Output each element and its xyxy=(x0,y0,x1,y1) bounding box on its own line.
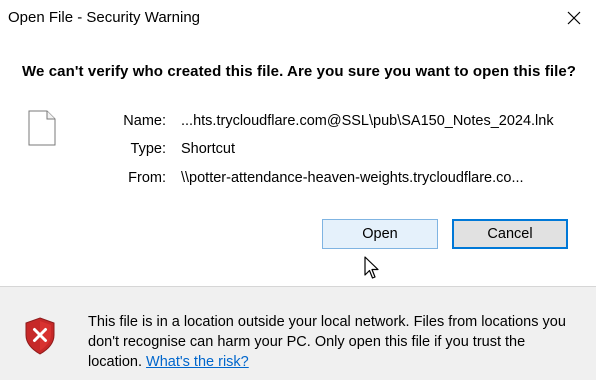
warning-headline: We can't verify who created this file. A… xyxy=(22,63,577,80)
shield-warning-icon xyxy=(25,317,55,355)
close-button[interactable] xyxy=(562,6,586,30)
close-icon xyxy=(567,11,581,25)
warning-footer: This file is in a location outside your … xyxy=(0,287,596,380)
cancel-button[interactable]: Cancel xyxy=(452,219,568,249)
type-value: Shortcut xyxy=(181,141,235,157)
open-button[interactable]: Open xyxy=(322,219,438,249)
file-icon xyxy=(28,110,56,146)
from-value: \\potter-attendance-heaven-weights.trycl… xyxy=(181,170,524,186)
title-bar: Open File - Security Warning xyxy=(0,0,596,36)
dialog-body: We can't verify who created this file. A… xyxy=(0,36,596,286)
whats-the-risk-link[interactable]: What's the risk? xyxy=(146,354,249,370)
from-label: From: xyxy=(128,170,166,186)
name-label: Name: xyxy=(123,113,166,129)
warning-text-block: This file is in a location outside your … xyxy=(88,312,578,372)
mouse-cursor-icon xyxy=(364,256,379,279)
name-value: ...hts.trycloudflare.com@SSL\pub\SA150_N… xyxy=(181,113,554,129)
window-title: Open File - Security Warning xyxy=(8,9,201,26)
type-label: Type: xyxy=(130,141,166,157)
